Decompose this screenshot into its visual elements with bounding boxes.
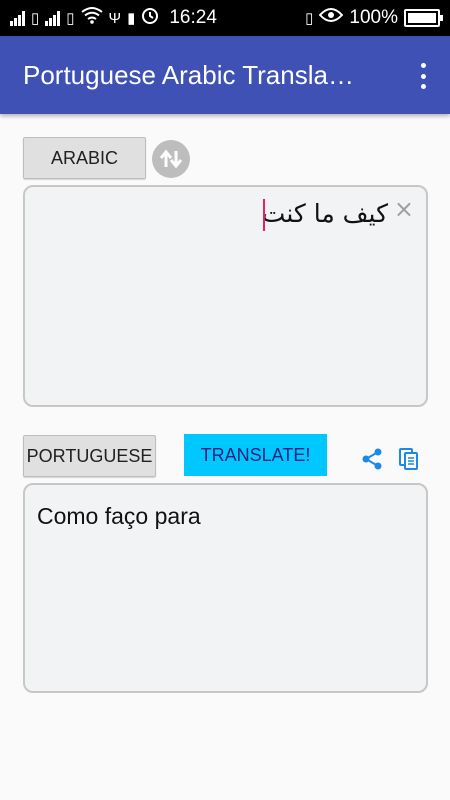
- copy-icon[interactable]: [395, 445, 423, 473]
- share-icon[interactable]: [358, 445, 386, 473]
- translate-button[interactable]: TRANSLATE!: [184, 434, 327, 476]
- sim-icon: ▯: [66, 9, 75, 27]
- sim-icon: ▯: [31, 9, 40, 27]
- alarm-icon: [141, 6, 159, 30]
- translated-text: Como faço para: [37, 503, 201, 529]
- battery-percent: 100%: [349, 7, 398, 28]
- overflow-menu-icon[interactable]: [418, 63, 428, 89]
- translated-text-output[interactable]: Como faço para: [23, 483, 428, 693]
- app-title: Portuguese Arabic Transla…: [23, 59, 354, 90]
- source-text: كيف ما كنت: [261, 199, 388, 228]
- battery-icon: [404, 9, 443, 27]
- swap-languages-button[interactable]: [152, 140, 190, 178]
- eye-icon: [319, 7, 344, 29]
- wifi-icon: [80, 6, 103, 30]
- source-language-button[interactable]: ARABIC: [23, 137, 146, 179]
- status-bar: ▯ ▯ Ψ ▮ 16:24 ▯ 100%: [0, 0, 450, 36]
- vibrate-icon: ▯: [305, 9, 314, 27]
- signal-icon: [45, 10, 61, 26]
- signal-icon: [10, 10, 25, 26]
- target-language-button[interactable]: PORTUGUESE: [23, 435, 156, 477]
- source-text-input[interactable]: كيف ما كنت ×: [23, 185, 428, 407]
- status-time: 16:24: [169, 7, 217, 28]
- clear-text-icon[interactable]: ×: [394, 197, 414, 221]
- battery-small-icon: ▮: [127, 9, 136, 27]
- usb-icon: Ψ: [108, 9, 122, 27]
- app-bar: Portuguese Arabic Transla…: [0, 36, 450, 114]
- swap-arrows-icon: [159, 149, 183, 169]
- text-cursor: [263, 199, 265, 231]
